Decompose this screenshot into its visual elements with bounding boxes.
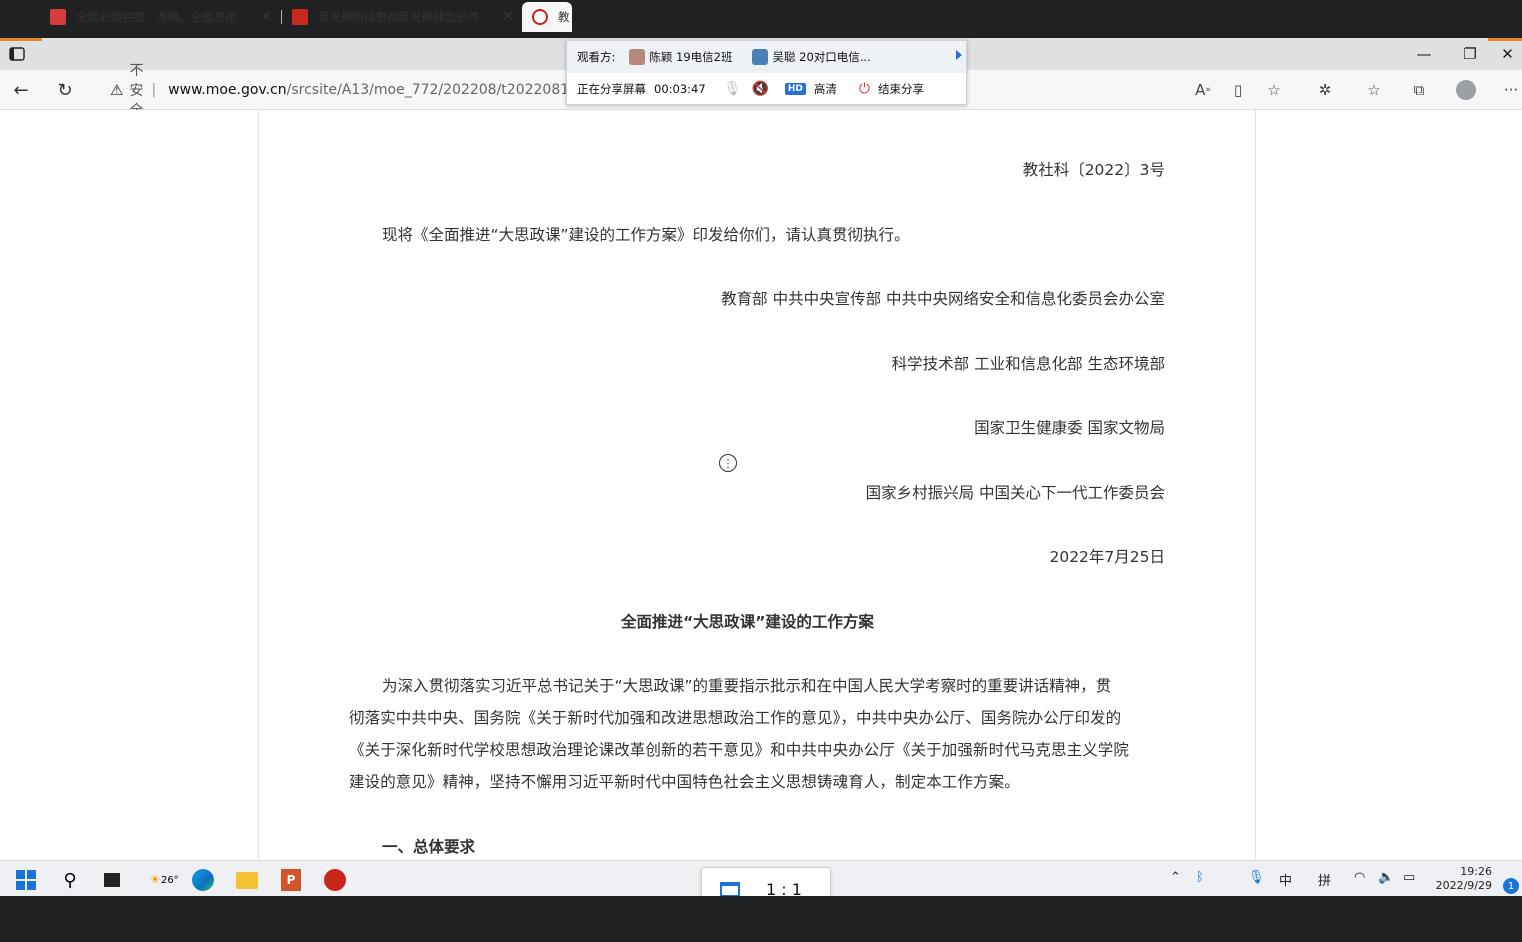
page-content: 教社科〔2022〕3号 现将《全面推进“大思政课”建设的工作方案》印发给你们，请…: [0, 110, 1522, 860]
weather-temp: 26°: [160, 874, 179, 886]
share-controls-row: 正在分享屏幕 00:03:47 🎙 🔇 HD 高清 ⏻ 结束分享: [567, 73, 966, 105]
bottom-black-bar: [0, 896, 1522, 942]
tab-title: 全党必须完整、准确、全面贯彻: [76, 10, 237, 24]
profile-avatar[interactable]: [1453, 78, 1479, 102]
minimize-icon[interactable]: —: [1401, 38, 1447, 70]
doc-number: 教社科〔2022〕3号: [1022, 161, 1165, 179]
tab-3-active[interactable]: 教: [522, 2, 572, 32]
viewer-avatar: [752, 49, 769, 65]
article: 教社科〔2022〕3号 现将《全面推进“大思政课”建设的工作方案》印发给你们，请…: [258, 110, 1256, 860]
doc-title: 全面推进“大思政课”建设的工作方案: [621, 613, 874, 631]
paragraph-line: 彻落实中共中央、国务院《关于新时代加强和改进思想政治工作的意见》，中共中央办公厅…: [349, 709, 1122, 727]
paragraph-line: 为深入贯彻落实习近平总书记关于“大思政课”的重要指示批示和在中国人民大学考察时的…: [382, 677, 1112, 695]
url-domain: www.moe.gov.cn: [168, 82, 287, 98]
issuer-line: 科学技术部 工业和信息化部 生态环境部: [891, 355, 1165, 373]
mic-muted-icon[interactable]: 🎙: [724, 81, 742, 97]
section-heading: 一、总体要求: [382, 838, 476, 856]
extensions-icon[interactable]: ✲: [1312, 78, 1338, 102]
warning-icon: ⚠: [110, 81, 124, 99]
sharing-label: 正在分享屏幕: [577, 82, 646, 96]
bluetooth-icon[interactable]: ᛒ: [1196, 870, 1204, 885]
url-path: /srcsite/A13/moe_772/202208/t20220818: [286, 82, 579, 98]
viewer-avatar: [629, 49, 646, 65]
doc-date: 2022年7月25日: [1049, 548, 1165, 566]
refresh-icon[interactable]: ↻: [50, 76, 80, 104]
restore-icon[interactable]: ❐: [1447, 38, 1493, 70]
issuer-line: 国家乡村振兴局 中国关心下一代工作委员会: [865, 484, 1165, 502]
paragraph-line: 建设的意见》精神，坚持不懈用习近平新时代中国特色社会主义思想铸魂育人，制定本工作…: [349, 773, 1020, 791]
clock-time: 19:26: [1460, 865, 1492, 878]
viewer-name: 陈颖 19电信2班: [649, 50, 733, 64]
expand-arrow-icon[interactable]: [956, 50, 962, 60]
volume-muted-icon[interactable]: 🔈: [1378, 870, 1394, 885]
screen-share-popup: 观看方: 陈颖 19电信2班 吴聪 20对口电信... 正在分享屏幕 00:03…: [566, 40, 967, 105]
tab-title: 教: [558, 10, 570, 24]
ime-mode[interactable]: 中: [1279, 870, 1292, 889]
back-icon[interactable]: ←: [6, 76, 36, 104]
add-favorite-icon[interactable]: ☆: [1261, 78, 1287, 102]
stop-share-icon[interactable]: ⏻: [859, 81, 870, 97]
viewers-row: 观看方: 陈颖 19电信2班 吴聪 20对口电信...: [567, 41, 966, 73]
ime-pinyin[interactable]: 拼: [1318, 870, 1331, 889]
battery-icon[interactable]: ▭: [1403, 870, 1415, 885]
tab-favicon-icon: [292, 9, 308, 25]
quality-button[interactable]: 高清: [814, 81, 837, 97]
notification-badge[interactable]: 1: [1503, 878, 1519, 894]
tab-title: 新发展阶段贯彻新发展理念必然: [318, 10, 479, 24]
screen-icon: [720, 881, 740, 897]
tab-favicon-icon: [532, 9, 548, 25]
read-aloud-icon[interactable]: A»: [1190, 78, 1216, 102]
hd-badge: HD: [784, 83, 806, 95]
more-menu-icon[interactable]: ···: [1498, 78, 1522, 102]
stop-share-button[interactable]: 结束分享: [878, 81, 924, 97]
address-divider: |: [151, 82, 157, 98]
search-icon[interactable]: ⚲: [58, 868, 82, 892]
close-tab-icon[interactable]: ✕: [502, 9, 514, 25]
close-window-icon[interactable]: ✕: [1493, 38, 1522, 70]
tab-2[interactable]: 新发展阶段贯彻新发展理念必然 ✕: [282, 2, 522, 32]
app-icon[interactable]: [323, 868, 347, 892]
scroll-indicator-icon[interactable]: ⋮: [719, 454, 737, 472]
microphone-icon[interactable]: 🎙: [1248, 870, 1265, 885]
close-tab-icon[interactable]: ✕: [260, 9, 272, 25]
issuer-line: 国家卫生健康委 国家文物局: [974, 419, 1165, 437]
doc-intro: 现将《全面推进“大思政课”建设的工作方案》印发给你们，请认真贯彻执行。: [382, 226, 910, 244]
viewers-label: 观看方:: [577, 50, 616, 64]
share-timer: 00:03:47: [654, 82, 706, 96]
file-explorer-icon[interactable]: [235, 868, 259, 892]
favorites-icon[interactable]: ☆: [1361, 78, 1387, 102]
tab-favicon-icon: [50, 9, 66, 25]
clock-date: 2022/9/29: [1435, 879, 1492, 892]
show-hidden-icons[interactable]: ⌃: [1170, 870, 1181, 885]
wifi-icon[interactable]: ◠: [1354, 870, 1365, 885]
tab-1[interactable]: 全党必须完整、准确、全面贯彻 ✕: [40, 2, 280, 32]
start-icon[interactable]: [14, 868, 38, 892]
clock[interactable]: 19:26 2022/9/29: [1436, 865, 1492, 893]
reader-view-icon[interactable]: ▯: [1225, 78, 1251, 102]
paragraph-line: 《关于深化新时代学校思想政治理论课改革创新的若干意见》和中共中央办公厅《关于加强…: [349, 741, 1130, 759]
weather-icon[interactable]: ☀ 26°: [146, 868, 182, 892]
tab-actions-icon[interactable]: [0, 38, 34, 70]
powerpoint-icon[interactable]: P: [279, 868, 303, 892]
issuer-line: 教育部 中共中央宣传部 中共中央网络安全和信息化委员会办公室: [721, 290, 1165, 308]
viewer-name: 吴聪 20对口电信...: [772, 50, 871, 64]
edge-icon[interactable]: [191, 868, 215, 892]
collections-icon[interactable]: ⧉: [1406, 78, 1432, 102]
task-view-icon[interactable]: [100, 868, 124, 892]
screen: 全党必须完整、准确、全面贯彻 ✕ 新发展阶段贯彻新发展理念必然 ✕ 教 — ❐ …: [0, 0, 1522, 942]
address-bar[interactable]: ⚠ 不安全 | www.moe.gov.cn /srcsite/A13/moe_…: [100, 63, 578, 119]
speaker-muted-icon[interactable]: 🔇: [751, 81, 768, 97]
